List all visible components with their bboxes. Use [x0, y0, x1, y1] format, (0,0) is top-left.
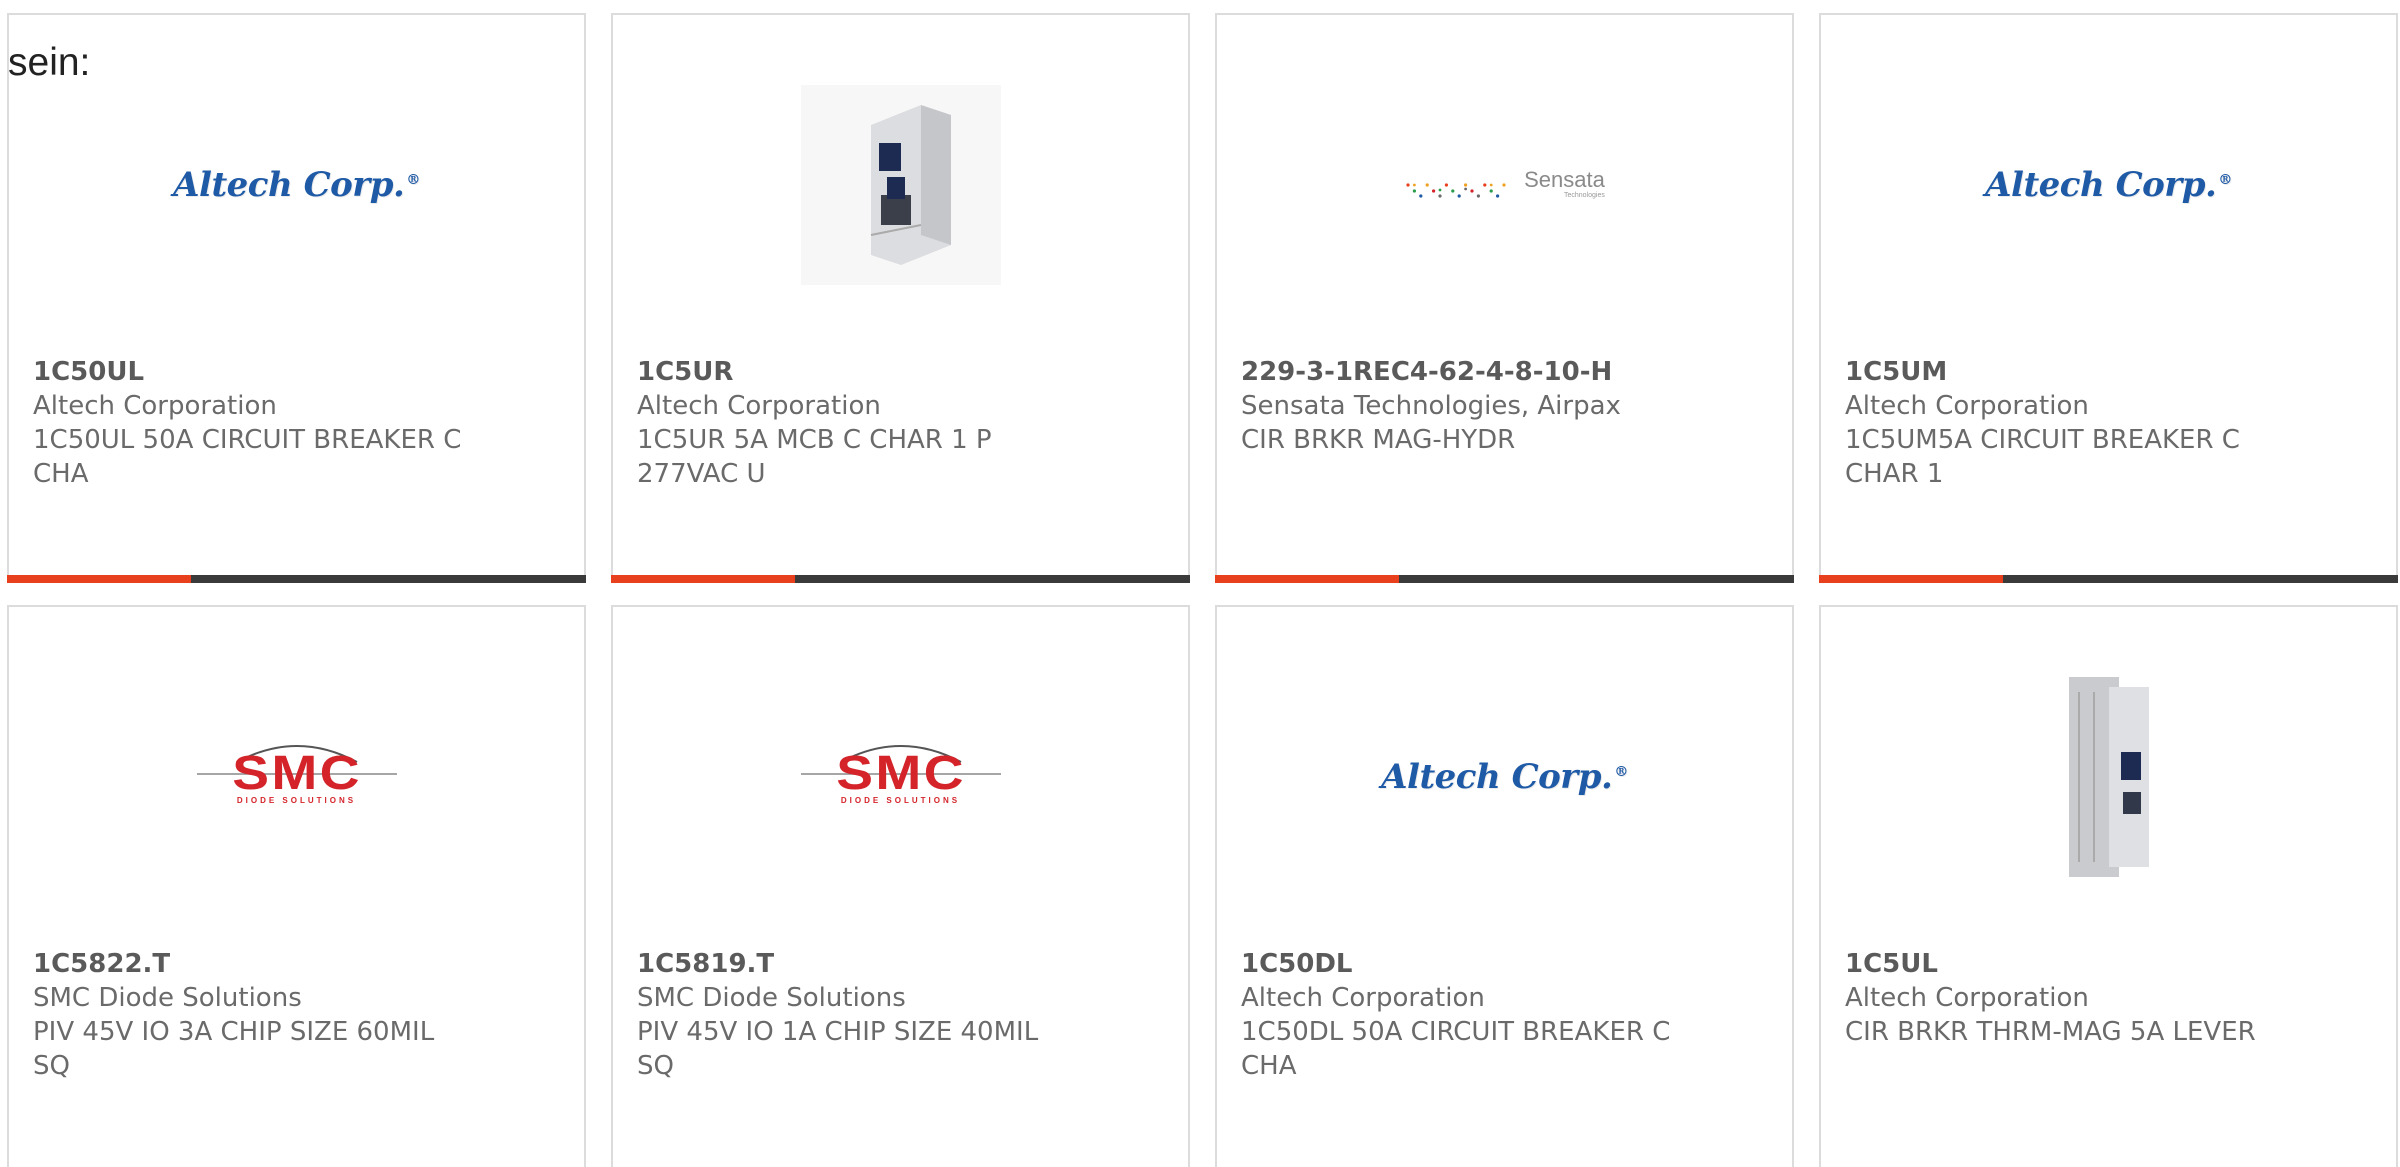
- card-accent-bar: [1819, 575, 2398, 583]
- part-number: 1C5UL: [1845, 949, 1938, 979]
- altech-logo: Altech Corp. ®: [1381, 757, 1628, 797]
- part-number: 1C50DL: [1241, 949, 1353, 979]
- product-card[interactable]: 1C5UR Altech Corporation 1C5UR 5A MCB C …: [611, 13, 1190, 583]
- product-card[interactable]: SMC DIODE SOLUTIONS 1C5822.T SMC Diode S…: [7, 605, 586, 1167]
- product-image: Altech Corp. ®: [1821, 55, 2396, 315]
- product-card[interactable]: Altech Corp. ® 1C5UM Altech Corporation 1…: [1819, 13, 2398, 583]
- card-accent-bar: [1215, 575, 1794, 583]
- circuit-breaker-photo: [800, 85, 1001, 285]
- card-accent-stripe: [7, 575, 191, 583]
- product-image: Altech Corp. ®: [9, 55, 584, 315]
- product-image: Sensata Technologies: [1217, 55, 1792, 315]
- smc-logo: SMC DIODE SOLUTIONS: [800, 745, 1001, 805]
- manufacturer: Altech Corporation: [1845, 391, 2089, 421]
- product-card[interactable]: 1C5UL Altech Corporation CIR BRKR THRM-M…: [1819, 605, 2398, 1167]
- product-description: CIR BRKR MAG-HYDR: [1241, 425, 1516, 455]
- manufacturer: SMC Diode Solutions: [33, 983, 302, 1013]
- part-number: 229-3-1REC4-62-4-8-10-H: [1241, 357, 1613, 387]
- product-image: [613, 55, 1188, 315]
- product-description: 1C50DL 50A CIRCUIT BREAKER C CHA: [1241, 1017, 1671, 1081]
- manufacturer: Altech Corporation: [1241, 983, 1485, 1013]
- product-image: [1821, 647, 2396, 907]
- card-accent-bar: [611, 575, 1190, 583]
- product-image: Altech Corp. ®: [1217, 647, 1792, 907]
- product-grid-page: sein: Altech Corp. ® 1C50UL Altech Corpor…: [0, 0, 2400, 1167]
- card-accent-stripe: [1819, 575, 2003, 583]
- product-info: 1C5819.T SMC Diode Solutions PIV 45V IO …: [637, 947, 1128, 1083]
- product-info: 1C5UL Altech Corporation CIR BRKR THRM-M…: [1845, 947, 2336, 1049]
- manufacturer: SMC Diode Solutions: [637, 983, 906, 1013]
- part-number: 1C5819.T: [637, 949, 775, 979]
- part-number: 1C5822.T: [33, 949, 171, 979]
- card-accent-stripe: [1215, 575, 1399, 583]
- product-description: 1C5UR 5A MCB C CHAR 1 P 277VAC U: [637, 425, 992, 489]
- part-number: 1C50UL: [33, 357, 145, 387]
- manufacturer: Altech Corporation: [637, 391, 881, 421]
- product-card[interactable]: Sensata Technologies 229-3-1REC4-62-4-8-1…: [1215, 13, 1794, 583]
- product-description: PIV 45V IO 3A CHIP SIZE 60MIL SQ: [33, 1017, 435, 1081]
- product-card[interactable]: SMC DIODE SOLUTIONS 1C5819.T SMC Diode S…: [611, 605, 1190, 1167]
- product-info: 1C5UR Altech Corporation 1C5UR 5A MCB C …: [637, 355, 1128, 491]
- product-description: PIV 45V IO 1A CHIP SIZE 40MIL SQ: [637, 1017, 1039, 1081]
- altech-logo: Altech Corp. ®: [173, 165, 420, 205]
- product-info: 1C5UM Altech Corporation 1C5UM5A CIRCUIT…: [1845, 355, 2336, 491]
- product-info: 1C5822.T SMC Diode Solutions PIV 45V IO …: [33, 947, 524, 1083]
- product-description: 1C50UL 50A CIRCUIT BREAKER C CHA: [33, 425, 462, 489]
- product-description: CIR BRKR THRM-MAG 5A LEVER: [1845, 1017, 2256, 1047]
- circuit-breaker-side-photo: [2049, 672, 2169, 882]
- card-accent-bar: [7, 575, 586, 583]
- product-info: 229-3-1REC4-62-4-8-10-H Sensata Technolo…: [1241, 355, 1732, 457]
- smc-logo: SMC DIODE SOLUTIONS: [196, 745, 397, 805]
- product-image: SMC DIODE SOLUTIONS: [613, 647, 1188, 907]
- card-accent-stripe: [611, 575, 795, 583]
- product-info: 1C50DL Altech Corporation 1C50DL 50A CIR…: [1241, 947, 1732, 1083]
- sensata-logo: Sensata Technologies: [1404, 169, 1605, 201]
- product-description: 1C5UM5A CIRCUIT BREAKER C CHAR 1: [1845, 425, 2240, 489]
- manufacturer: Sensata Technologies, Airpax: [1241, 391, 1621, 421]
- product-card[interactable]: Altech Corp. ® 1C50DL Altech Corporation …: [1215, 605, 1794, 1167]
- product-info: 1C50UL Altech Corporation 1C50UL 50A CIR…: [33, 355, 524, 491]
- manufacturer: Altech Corporation: [1845, 983, 2089, 1013]
- part-number: 1C5UR: [637, 357, 734, 387]
- part-number: 1C5UM: [1845, 357, 1948, 387]
- product-image: SMC DIODE SOLUTIONS: [9, 647, 584, 907]
- intro-text: sein:: [8, 41, 91, 84]
- product-grid: Altech Corp. ® 1C50UL Altech Corporation …: [7, 13, 2398, 1167]
- manufacturer: Altech Corporation: [33, 391, 277, 421]
- altech-logo: Altech Corp. ®: [1985, 165, 2232, 205]
- product-card[interactable]: Altech Corp. ® 1C50UL Altech Corporation …: [7, 13, 586, 583]
